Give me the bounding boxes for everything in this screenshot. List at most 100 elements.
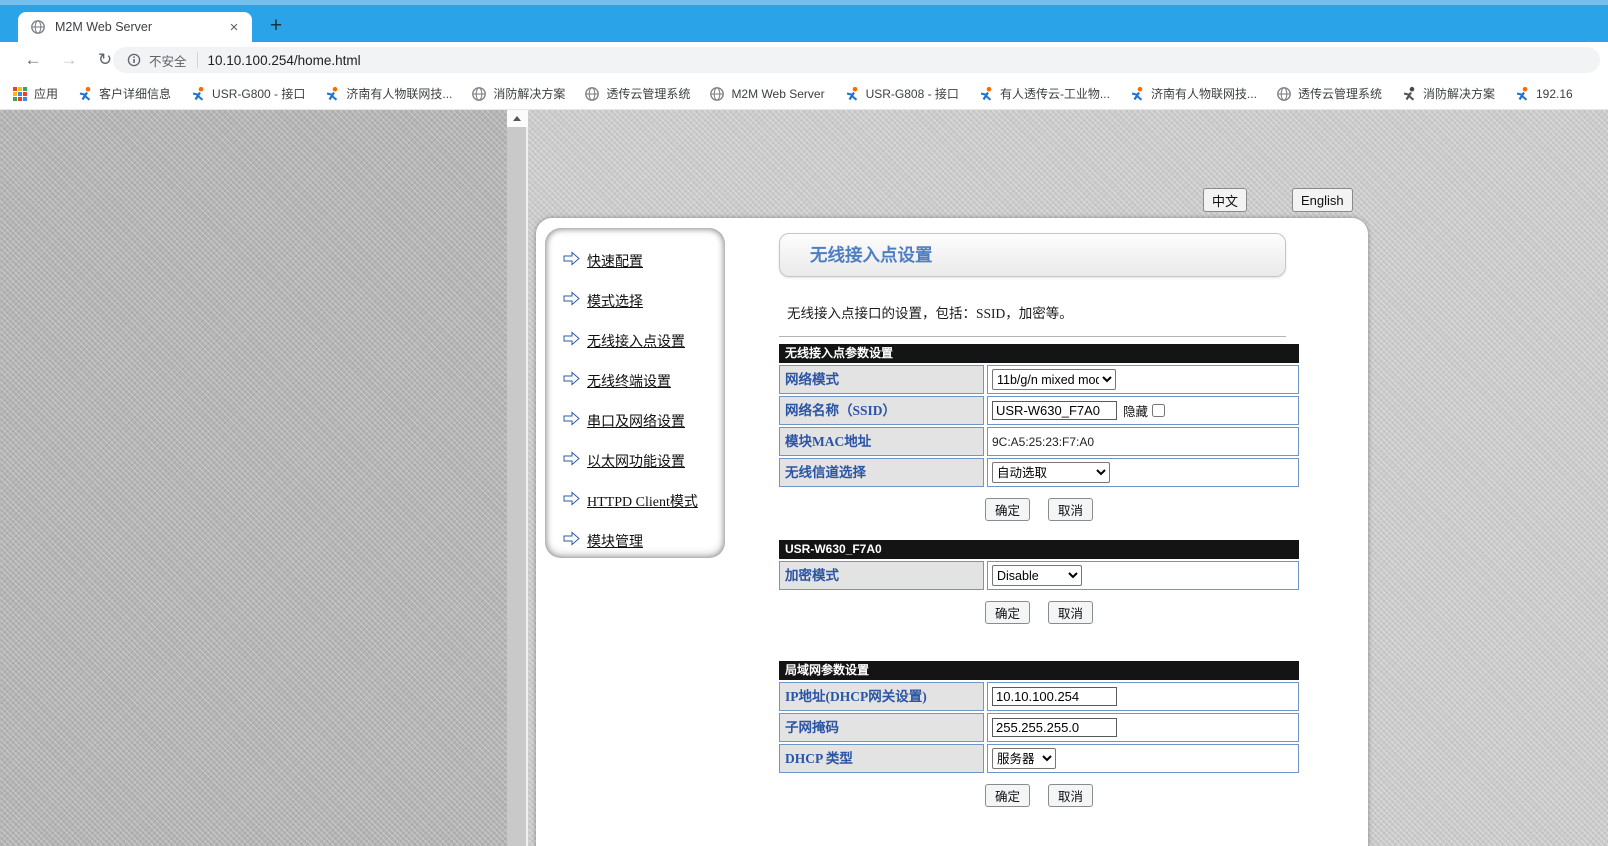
table-header: 局域网参数设置 [779, 661, 1299, 680]
usr-person-icon [190, 86, 206, 102]
sidebar-item-ap-settings[interactable]: 无线接入点设置 [545, 321, 725, 361]
usr-person-dark-icon [1401, 86, 1417, 102]
ssid-security-table: USR-W630_F7A0 加密模式 Disable [779, 540, 1299, 590]
page-title: 无线接入点设置 [779, 233, 1286, 277]
language-chinese-button[interactable]: 中文 [1203, 188, 1247, 212]
globe-icon [471, 86, 487, 102]
sidebar-item-httpd-client[interactable]: HTTPD Client模式 [545, 481, 725, 521]
arrow-icon [563, 531, 580, 551]
bookmark-item[interactable]: 消防解决方案 [471, 85, 565, 102]
arrow-icon [563, 331, 580, 351]
cancel-button[interactable]: 取消 [1048, 601, 1093, 624]
ap-params-table: 无线接入点参数设置 网络模式 11b/g/n mixed mode 网络名称（S… [779, 344, 1299, 487]
sidebar-item-mode-select[interactable]: 模式选择 [545, 281, 725, 321]
security-buttons: 确定 取消 [779, 601, 1299, 624]
hide-ssid-label: 隐藏 [1123, 401, 1148, 420]
usr-person-icon [324, 86, 340, 102]
scrollbar-up-arrow-icon[interactable] [507, 110, 528, 127]
main-frame: 中文 English 快速配置 模式选择 无线接入点设置 无线终端设置 串口及网… [528, 110, 1608, 846]
table-header: 无线接入点参数设置 [779, 344, 1299, 363]
bookmark-item[interactable]: 有人透传云-工业物... [978, 85, 1110, 102]
site-info-icon[interactable] [127, 53, 141, 67]
bookmark-item[interactable]: USR-G808 - 接口 [844, 85, 959, 102]
table-row: 加密模式 Disable [779, 561, 1299, 590]
cancel-button[interactable]: 取消 [1048, 784, 1093, 807]
scrollbar-thumb[interactable] [507, 127, 526, 846]
usr-person-icon [844, 86, 860, 102]
bookmark-item[interactable]: M2M Web Server [709, 86, 824, 102]
arrow-icon [563, 491, 580, 511]
lan-params-buttons: 确定 取消 [779, 784, 1299, 807]
arrow-icon [563, 251, 580, 271]
bookmark-item[interactable]: USR-G800 - 接口 [190, 85, 305, 102]
apps-shortcut[interactable]: 应用 [12, 85, 58, 102]
bookmark-item[interactable]: 192.16 [1514, 86, 1573, 102]
page-viewport: 中文 English 快速配置 模式选择 无线接入点设置 无线终端设置 串口及网… [0, 110, 1608, 846]
arrow-icon [563, 371, 580, 391]
left-frame-background [0, 110, 507, 846]
arrow-icon [563, 411, 580, 431]
bookmark-item[interactable]: 济南有人物联网技... [324, 85, 452, 102]
hide-ssid-checkbox[interactable] [1152, 404, 1165, 417]
new-tab-button[interactable]: + [262, 13, 290, 41]
address-bar[interactable]: 不安全 10.10.100.254/home.html [113, 47, 1600, 73]
globe-icon [1276, 86, 1292, 102]
confirm-button[interactable]: 确定 [985, 498, 1030, 521]
security-label[interactable]: 不安全 [149, 51, 187, 70]
wifi-channel-select[interactable]: 自动选取 [992, 462, 1110, 483]
field-label: 子网掩码 [779, 713, 984, 742]
back-icon[interactable]: ← [20, 47, 46, 73]
dhcp-type-select[interactable]: 服务器 [992, 748, 1056, 769]
usr-person-icon [978, 86, 994, 102]
sidebar-item-uart-network[interactable]: 串口及网络设置 [545, 401, 725, 441]
mac-address-value: 9C:A5:25:23:F7:A0 [992, 435, 1094, 449]
table-row: 模块MAC地址 9C:A5:25:23:F7:A0 [779, 427, 1299, 456]
language-english-button[interactable]: English [1292, 188, 1353, 212]
ssid-input[interactable] [992, 401, 1117, 420]
confirm-button[interactable]: 确定 [985, 601, 1030, 624]
usr-person-icon [1514, 86, 1530, 102]
apps-grid-icon [12, 86, 28, 102]
lan-params-table: 局域网参数设置 IP地址(DHCP网关设置) 子网掩码 [779, 661, 1299, 773]
bookmark-item[interactable]: 济南有人物联网技... [1129, 85, 1257, 102]
omnibox-divider [197, 52, 198, 68]
bookmark-item[interactable]: 消防解决方案 [1401, 85, 1495, 102]
tab-close-icon[interactable]: × [226, 19, 242, 36]
arrow-icon [563, 451, 580, 471]
ap-params-buttons: 确定 取消 [779, 498, 1299, 521]
content-panel: 快速配置 模式选择 无线接入点设置 无线终端设置 串口及网络设置 以太网功能设置… [536, 218, 1368, 846]
table-row: IP地址(DHCP网关设置) [779, 682, 1299, 711]
table-header: USR-W630_F7A0 [779, 540, 1299, 559]
usr-person-icon [77, 86, 93, 102]
sidebar-item-ethernet[interactable]: 以太网功能设置 [545, 441, 725, 481]
field-label: 网络名称（SSID） [779, 396, 984, 425]
table-row: 无线信道选择 自动选取 [779, 458, 1299, 487]
sidebar-item-module-management[interactable]: 模块管理 [545, 521, 725, 561]
bookmark-item[interactable]: 透传云管理系统 [1276, 85, 1382, 102]
globe-icon [584, 86, 600, 102]
network-mode-select[interactable]: 11b/g/n mixed mode [992, 369, 1116, 390]
encryption-mode-select[interactable]: Disable [992, 565, 1082, 586]
bookmark-item[interactable]: 透传云管理系统 [584, 85, 690, 102]
table-row: DHCP 类型 服务器 [779, 744, 1299, 773]
bookmark-item[interactable]: 客户详细信息 [77, 85, 171, 102]
field-label: 无线信道选择 [779, 458, 984, 487]
field-label: 加密模式 [779, 561, 984, 590]
forward-icon: → [56, 47, 82, 73]
url-text[interactable]: 10.10.100.254/home.html [208, 53, 361, 68]
table-row: 网络名称（SSID） 隐藏 [779, 396, 1299, 425]
cancel-button[interactable]: 取消 [1048, 498, 1093, 521]
sidebar-item-sta-settings[interactable]: 无线终端设置 [545, 361, 725, 401]
main-content: 无线接入点设置 无线接入点接口的设置，包括：SSID，加密等。 无线接入点参数设… [779, 233, 1299, 807]
tab-title: M2M Web Server [55, 20, 226, 34]
confirm-button[interactable]: 确定 [985, 784, 1030, 807]
subnet-mask-input[interactable] [992, 718, 1117, 737]
field-label: IP地址(DHCP网关设置) [779, 682, 984, 711]
vertical-scrollbar[interactable] [507, 110, 528, 846]
field-label: 网络模式 [779, 365, 984, 394]
sidebar-item-quick-config[interactable]: 快速配置 [545, 241, 725, 281]
divider [779, 336, 1286, 337]
ip-address-input[interactable] [992, 687, 1117, 706]
globe-icon [709, 86, 725, 102]
browser-tab[interactable]: M2M Web Server × [18, 12, 252, 42]
